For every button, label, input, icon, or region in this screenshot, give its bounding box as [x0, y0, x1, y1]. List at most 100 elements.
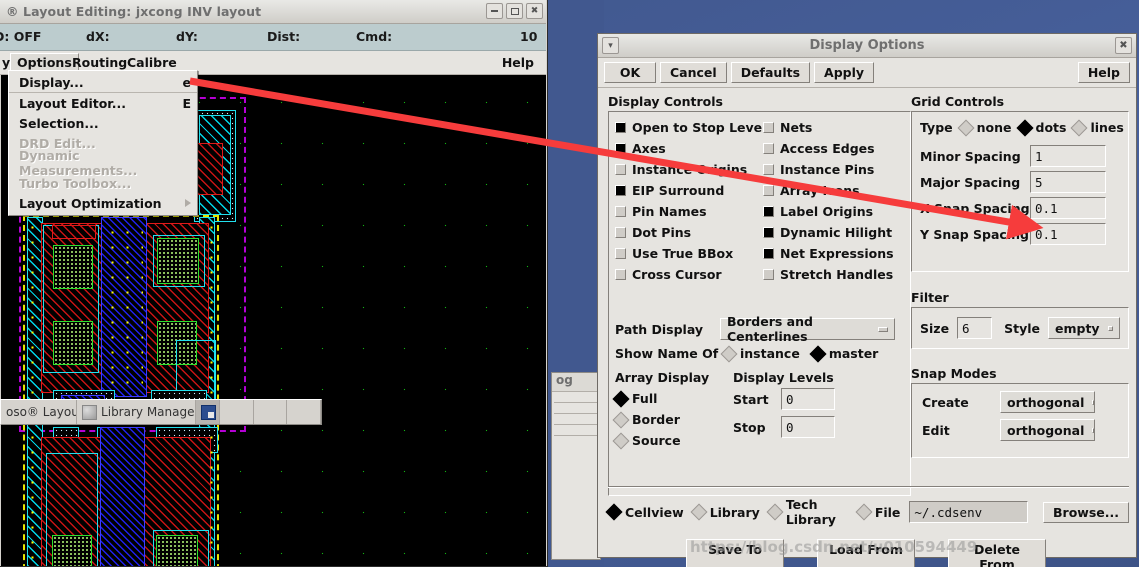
radio-show-name-instance[interactable]: instance [720, 345, 800, 362]
checkbox-label-origins[interactable]: Label Origins [763, 201, 903, 222]
checkbox-open-to-stop-level[interactable]: Open to Stop Level [615, 117, 766, 138]
radio-array-source[interactable]: Source [612, 430, 733, 451]
radio-scope-cellview[interactable]: Cellview [605, 503, 684, 521]
show-name-of-row: Show Name Of instance master [615, 345, 904, 362]
display-levels-label: Display Levels [733, 370, 834, 385]
taskbar-item-library-manager-label: Library Manager: \ [101, 405, 195, 419]
menu-item-layout-editor[interactable]: Layout Editor... E [9, 93, 197, 113]
menu-help[interactable]: Help [496, 54, 540, 71]
status-value: 10 [520, 29, 538, 44]
menu-item-display[interactable]: Display... e [9, 73, 197, 93]
taskbar-item-library-manager[interactable]: Library Manager: \ [77, 400, 197, 424]
help-button[interactable]: Help [1077, 62, 1130, 83]
checkbox-label: EIP Surround [632, 183, 725, 198]
checkbox-nets[interactable]: Nets [763, 117, 903, 138]
taskbar-slot-empty-1[interactable] [220, 400, 254, 424]
radio-array-border[interactable]: Border [612, 409, 733, 430]
checkbox-label: Access Edges [780, 141, 875, 156]
checkbox-dynamic-hilight[interactable]: Dynamic Hilight [763, 222, 903, 243]
dialog-body: Display Controls Open to Stop Level Axes [598, 88, 1136, 567]
background-divider-1 [554, 402, 598, 403]
filter-label: Filter [911, 290, 949, 305]
radio-label: Cellview [625, 504, 684, 520]
via-dot-field [105, 225, 143, 395]
cancel-button[interactable]: Cancel [660, 62, 727, 83]
radio-scope-file[interactable]: File [855, 503, 900, 521]
snap-create-row: Create orthogonal [922, 391, 1118, 413]
display-controls-right-column: Nets Access Edges Instance Pins Array Ic… [763, 117, 903, 285]
checkbox-label: Array Icons [780, 183, 860, 198]
taskbar-item-layout[interactable]: oso® Layout [1, 400, 78, 424]
checkbox-instance-origins[interactable]: Instance Origins [615, 159, 757, 180]
radio-grid-dots[interactable]: dots [1016, 119, 1066, 136]
checkbox-instance-pins[interactable]: Instance Pins [763, 159, 903, 180]
background-log-dialog[interactable]: og [551, 372, 601, 560]
filter-style-value: empty [1055, 320, 1100, 336]
checkbox-array-icons[interactable]: Array Icons [763, 180, 903, 201]
radio-icon [1016, 119, 1033, 136]
filter-style-dropdown[interactable]: empty [1048, 317, 1120, 339]
display-levels-stop-row: Stop 0 [733, 416, 904, 438]
snap-create-dropdown[interactable]: orthogonal [1000, 391, 1095, 413]
radio-scope-tech-library[interactable]: Tech Library [766, 497, 849, 527]
y-snap-spacing-input[interactable]: 0.1 [1030, 223, 1106, 245]
menu-calibre[interactable]: Calibre [121, 54, 183, 71]
minor-spacing-input[interactable]: 1 [1030, 145, 1106, 167]
major-spacing-input[interactable]: 5 [1030, 171, 1106, 193]
poly-contact-box [52, 225, 96, 239]
maximize-icon[interactable] [506, 3, 523, 19]
display-levels-start-input[interactable]: 0 [781, 388, 835, 410]
chevron-down-icon [878, 326, 888, 332]
radio-array-full[interactable]: Full [612, 388, 733, 409]
window-menu-icon[interactable]: ▾ [602, 37, 619, 54]
taskbar-slot-empty-3[interactable] [287, 400, 321, 424]
browse-button[interactable]: Browse... [1043, 501, 1129, 523]
checkbox-eip-surround[interactable]: EIP Surround [615, 180, 757, 201]
grid-controls-frame: Type none dots lines Minor Spacing 1 Maj… [911, 111, 1129, 272]
menu-item-layout-optimization-label: Layout Optimization [19, 195, 162, 211]
filter-size-input[interactable]: 6 [957, 317, 993, 339]
menu-item-layout-optimization[interactable]: Layout Optimization [9, 193, 197, 213]
snap-edit-label: Edit [922, 422, 950, 438]
close-icon[interactable]: ✖ [526, 3, 543, 19]
chevron-down-icon [1092, 399, 1095, 405]
display-levels-start-label: Start [733, 391, 769, 407]
apply-button[interactable]: Apply [814, 62, 875, 83]
menu-item-selection[interactable]: Selection... [9, 113, 197, 133]
checkbox-use-true-bbox[interactable]: Use True BBox [615, 243, 757, 264]
snap-edit-dropdown[interactable]: orthogonal [1000, 419, 1095, 441]
options-dropdown-menu[interactable]: Display... e Layout Editor... E Selectio… [8, 70, 198, 216]
radio-icon [690, 503, 708, 521]
grid-controls-section: Grid Controls Type none dots lines Minor… [911, 94, 1129, 458]
checkbox-stretch-handles[interactable]: Stretch Handles [763, 264, 903, 285]
defaults-button[interactable]: Defaults [730, 62, 811, 83]
radio-scope-library[interactable]: Library [690, 503, 760, 521]
checkbox-axes[interactable]: Axes [615, 138, 757, 159]
radio-label: instance [740, 346, 800, 361]
display-levels-stop-input[interactable]: 0 [781, 416, 835, 438]
taskbar-item-active-window[interactable] [196, 400, 220, 424]
major-spacing-label: Major Spacing [920, 174, 1021, 190]
radio-show-name-master[interactable]: master [809, 345, 878, 362]
checkbox-cross-cursor[interactable]: Cross Cursor [615, 264, 757, 285]
taskbar-slot-empty-2[interactable] [254, 400, 288, 424]
menu-item-turbo-toolbox-label: Turbo Toolbox... [19, 175, 132, 191]
x-snap-spacing-input[interactable]: 0.1 [1030, 197, 1106, 219]
minimize-icon[interactable] [486, 3, 503, 19]
checkbox-net-expressions[interactable]: Net Expressions [763, 243, 903, 264]
checkbox-pin-names[interactable]: Pin Names [615, 201, 757, 222]
display-options-titlebar[interactable]: ▾ Display Options ✖ [598, 34, 1136, 58]
path-display-dropdown[interactable]: Borders and Centerlines [720, 314, 895, 344]
radio-grid-lines[interactable]: lines [1070, 119, 1124, 136]
radio-grid-none[interactable]: none [957, 119, 1012, 136]
close-icon[interactable]: ✖ [1115, 37, 1132, 54]
checkbox-icon [763, 185, 774, 196]
layout-window-titlebar[interactable]: ® Layout Editing: jxcong INV layout ✖ [0, 0, 546, 24]
checkbox-access-edges[interactable]: Access Edges [763, 138, 903, 159]
chevron-down-icon [1092, 427, 1095, 433]
checkbox-dot-pins[interactable]: Dot Pins [615, 222, 757, 243]
scope-file-input[interactable]: ~/.cdsenv [909, 501, 1028, 523]
radio-label: Full [632, 391, 658, 406]
radio-icon [855, 503, 873, 521]
ok-button[interactable]: OK [604, 62, 656, 83]
